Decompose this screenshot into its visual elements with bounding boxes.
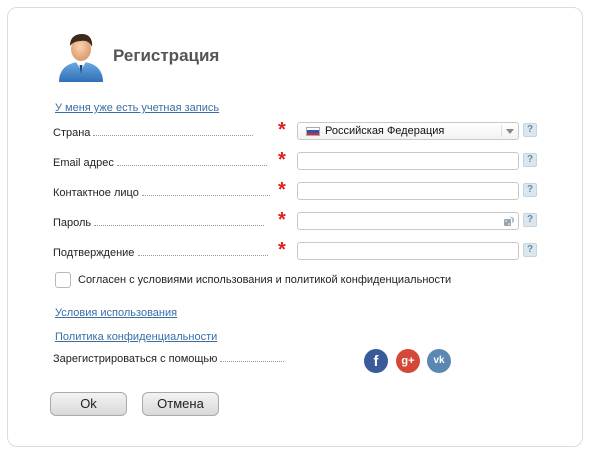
password-field[interactable] <box>297 212 519 230</box>
password-confirm-field[interactable] <box>297 242 519 260</box>
password-row: Пароль * ? <box>53 209 543 232</box>
contact-person-field[interactable] <box>297 182 519 200</box>
help-icon[interactable]: ? <box>523 123 537 137</box>
required-mark: * <box>278 149 286 171</box>
facebook-icon[interactable]: f <box>364 349 388 373</box>
help-icon[interactable]: ? <box>523 153 537 167</box>
email-label: Email адрес <box>53 157 114 169</box>
confirm-row: Подтверждение * ? <box>53 239 543 262</box>
help-icon[interactable]: ? <box>523 183 537 197</box>
country-value: Российская Федерация <box>325 125 445 137</box>
vk-icon[interactable]: vk <box>427 349 451 373</box>
required-mark: * <box>278 179 286 201</box>
country-row: Страна * Российская Федерация ? <box>53 119 543 142</box>
required-mark: * <box>278 209 286 231</box>
page-title: Регистрация <box>113 46 220 65</box>
country-select[interactable]: Российская Федерация <box>297 122 519 140</box>
register-with-label: Зарегистрироваться с помощью <box>53 353 218 365</box>
ok-button[interactable]: Ok <box>50 392 127 416</box>
terms-link[interactable]: Условия использования <box>55 307 177 319</box>
contact-row: Контактное лицо * ? <box>53 179 543 202</box>
help-icon[interactable]: ? <box>523 213 537 227</box>
chevron-down-icon <box>506 129 514 134</box>
agree-label: Согласен с условиями использования и пол… <box>78 274 452 286</box>
required-mark: * <box>278 119 286 141</box>
password-label: Пароль <box>53 217 92 229</box>
required-mark: * <box>278 239 286 261</box>
google-plus-icon[interactable]: g+ <box>396 349 420 373</box>
have-account-link[interactable]: У меня уже есть учетная запись <box>55 102 219 114</box>
contact-label: Контактное лицо <box>53 187 139 199</box>
password-generator-icon[interactable] <box>503 215 515 227</box>
russia-flag-icon <box>306 127 320 136</box>
user-avatar-icon <box>59 34 103 82</box>
confirm-label: Подтверждение <box>53 247 135 259</box>
privacy-link[interactable]: Политика конфиденциальности <box>55 331 217 343</box>
country-label: Страна <box>53 127 91 139</box>
email-field[interactable] <box>297 152 519 170</box>
help-icon[interactable]: ? <box>523 243 537 257</box>
agree-checkbox[interactable] <box>55 272 71 288</box>
cancel-button[interactable]: Отмена <box>142 392 219 416</box>
email-row: Email адрес * ? <box>53 149 543 172</box>
